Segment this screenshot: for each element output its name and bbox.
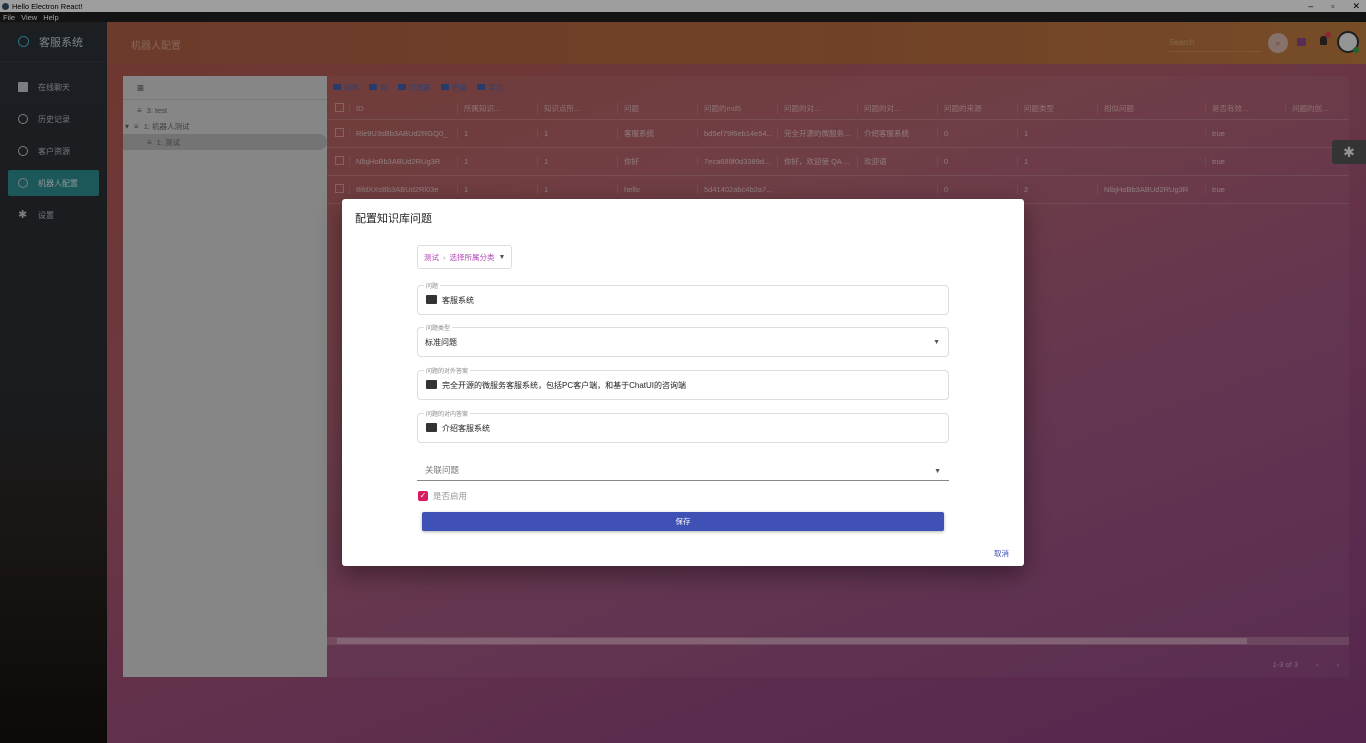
breadcrumb-item[interactable]: 选择所属分类: [450, 252, 495, 263]
related-placeholder: 关联问题: [425, 465, 460, 475]
chat-icon: [426, 423, 437, 432]
chat-icon: [426, 380, 437, 389]
answer-internal-field[interactable]: 问题的对内答案 介绍客服系统: [417, 409, 949, 443]
field-label: 问题的对内答案: [424, 409, 471, 418]
question-field[interactable]: 问题 客服系统: [417, 281, 949, 315]
answer-external-field[interactable]: 问题的对外答案 完全开源的微服务客服系统，包括PC客户端，和基于ChatUI的咨…: [417, 366, 949, 400]
checkbox-checked-icon[interactable]: ✓: [418, 491, 428, 501]
save-button[interactable]: 保存: [422, 512, 944, 531]
dropdown-arrow-icon[interactable]: ▼: [933, 339, 940, 346]
category-breadcrumb[interactable]: 测试 › 选择所属分类 ▼: [417, 245, 513, 269]
breadcrumb-separator: ›: [443, 252, 446, 262]
field-label: 问题: [424, 281, 441, 290]
dropdown-arrow-icon[interactable]: ▼: [934, 468, 941, 475]
config-dialog: 配置知识库问题 测试 › 选择所属分类 ▼ 问题 客服系统 问题类型 标准问题 …: [342, 199, 1024, 566]
field-value: 完全开源的微服务客服系统，包括PC客户端，和基于ChatUI的咨询端: [442, 381, 687, 390]
field-label: 问题类型: [424, 323, 453, 332]
related-question-select[interactable]: 关联问题 ▼: [417, 461, 949, 481]
field-value: 客服系统: [442, 296, 474, 305]
breadcrumb-item[interactable]: 测试: [424, 252, 439, 263]
field-label: 问题的对外答案: [424, 366, 471, 375]
field-value: 标准问题: [425, 338, 457, 347]
enabled-label: 是否启用: [433, 491, 468, 501]
question-type-select[interactable]: 问题类型 标准问题 ▼: [417, 323, 949, 357]
enabled-checkbox-row[interactable]: ✓ 是否启用: [418, 490, 467, 502]
field-value: 介绍客服系统: [442, 424, 490, 433]
cancel-button[interactable]: 取消: [994, 548, 1009, 559]
dialog-title: 配置知识库问题: [355, 213, 432, 225]
chevron-down-icon[interactable]: ▼: [499, 254, 506, 261]
chat-icon: [426, 295, 437, 304]
